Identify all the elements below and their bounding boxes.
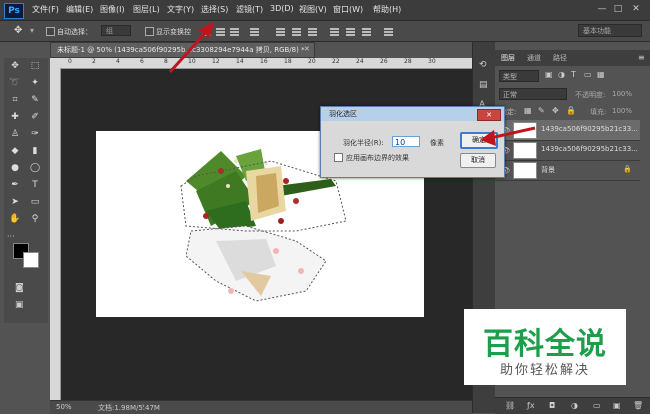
watermark-subtitle: 助你轻松解决 bbox=[499, 363, 590, 378]
arrowhead bbox=[480, 130, 496, 146]
arrow-to-select-menu bbox=[168, 28, 210, 74]
watermark-title: 百科全说 bbox=[483, 327, 607, 362]
arrowhead bbox=[198, 22, 214, 38]
arrow-to-ok-button bbox=[489, 126, 536, 140]
watermark: 百科全说 助你轻松解决 bbox=[464, 309, 626, 385]
